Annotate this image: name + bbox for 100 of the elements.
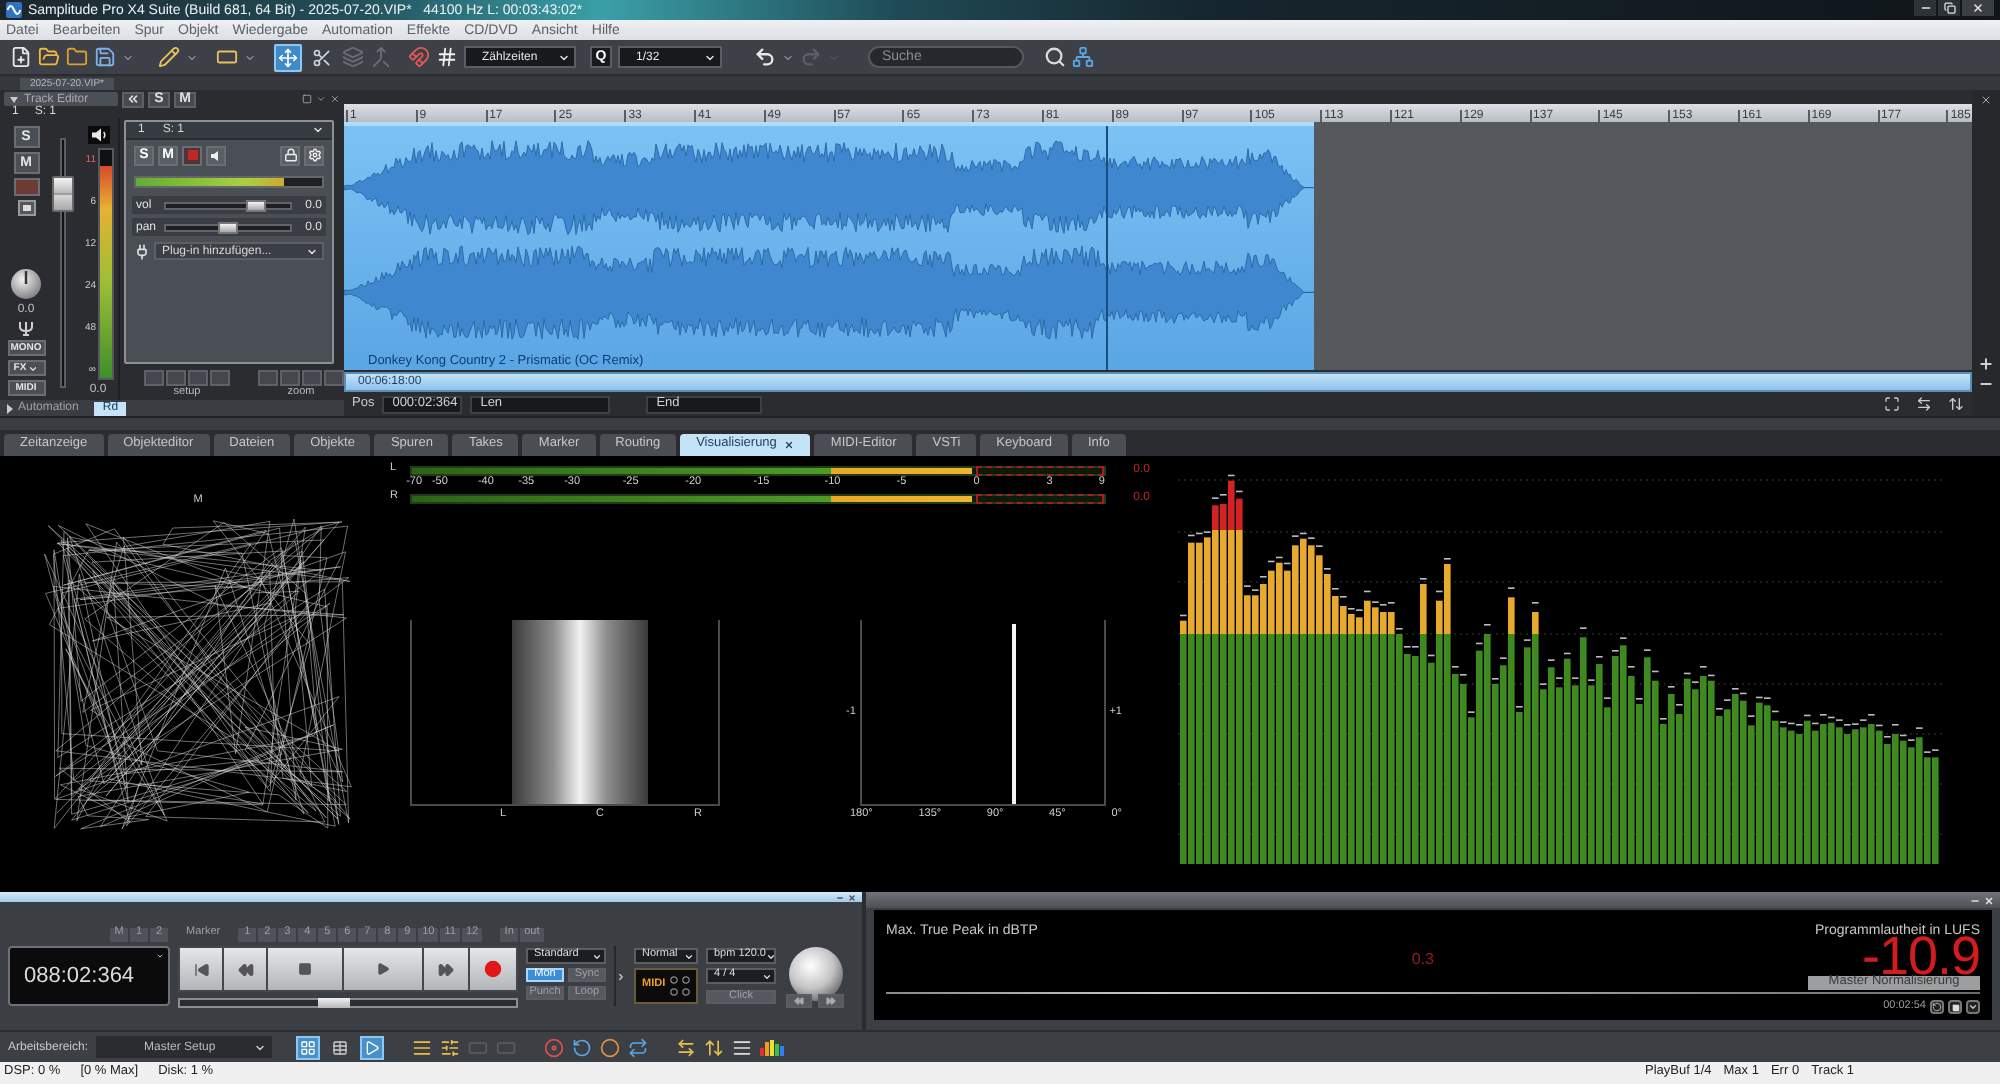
rewind-icon xyxy=(794,996,804,1006)
caret-icon xyxy=(558,51,570,63)
horizontal-arrows-icon[interactable] xyxy=(676,1037,697,1057)
network-icon[interactable] xyxy=(1072,46,1094,68)
led-icon xyxy=(682,976,690,984)
record-button[interactable] xyxy=(470,946,518,992)
reset-icon xyxy=(1932,1002,1942,1012)
position-slider-track[interactable] xyxy=(178,998,518,1008)
caret-icon xyxy=(254,1041,267,1053)
caret-icon xyxy=(28,363,39,373)
new-file-icon[interactable] xyxy=(10,46,32,68)
led-icon xyxy=(670,988,678,996)
close-icon[interactable] xyxy=(1980,94,1992,106)
repeat-icon[interactable] xyxy=(628,1037,649,1057)
grid-icon[interactable] xyxy=(436,46,458,68)
close-button[interactable] xyxy=(1962,0,1994,16)
over-range-zone xyxy=(975,465,1104,475)
play-icon xyxy=(376,962,390,976)
horizontal-arrows-icon[interactable] xyxy=(1916,396,1932,412)
stop-button[interactable] xyxy=(1948,1000,1962,1014)
minimize-icon[interactable] xyxy=(1970,895,1980,905)
speaker-icon xyxy=(210,149,222,161)
folder-icon[interactable] xyxy=(66,46,88,68)
true-peak-value: 0.3 xyxy=(1411,951,1434,967)
expand-triangle-icon[interactable] xyxy=(6,403,14,413)
jog-wheel[interactable] xyxy=(787,946,843,1002)
reset-button[interactable] xyxy=(1930,1000,1944,1014)
caret-icon xyxy=(1968,1002,1978,1012)
settings-button[interactable] xyxy=(304,145,324,165)
caret-icon xyxy=(684,951,694,961)
stop-icon xyxy=(298,962,312,976)
fast-forward-button[interactable] xyxy=(424,946,470,992)
search-icon[interactable] xyxy=(1044,46,1066,68)
save-icon[interactable] xyxy=(94,46,116,68)
position-slider-thumb[interactable] xyxy=(318,998,351,1008)
sliders-icon[interactable] xyxy=(440,1037,461,1057)
speaker-button[interactable] xyxy=(206,145,226,165)
speaker-icon[interactable] xyxy=(87,126,109,144)
disc-icon[interactable] xyxy=(544,1037,565,1057)
close-icon[interactable] xyxy=(848,893,856,901)
rectangle-icon[interactable] xyxy=(216,46,238,68)
slider-track[interactable] xyxy=(164,223,292,231)
restore-button[interactable] xyxy=(1938,0,1960,16)
move-icon xyxy=(278,47,298,67)
circle-icon[interactable] xyxy=(600,1037,621,1057)
vertical-arrows-icon[interactable] xyxy=(1948,396,1964,412)
play-icon xyxy=(364,1039,381,1055)
loop-icon[interactable] xyxy=(572,1037,593,1057)
stop-icon xyxy=(1951,1003,1959,1011)
led-icon xyxy=(682,988,690,996)
table-view-button[interactable] xyxy=(328,1035,353,1059)
move-tool-button[interactable] xyxy=(274,43,302,71)
fader-handle[interactable] xyxy=(51,176,73,213)
program-loudness-value: -10.9 xyxy=(1861,938,1980,976)
spectrum-icon[interactable] xyxy=(760,1038,785,1056)
restore-icon xyxy=(1943,2,1955,14)
arrange-view-button[interactable] xyxy=(296,1035,321,1059)
caret-icon xyxy=(704,51,716,63)
square-icon[interactable] xyxy=(302,94,312,104)
pan-knob[interactable] xyxy=(10,268,42,300)
led-icon xyxy=(670,976,678,984)
undo-icon[interactable] xyxy=(754,46,776,68)
go-to-start-button[interactable] xyxy=(178,946,224,992)
collapse-triangle-icon xyxy=(10,95,18,103)
rewind-button[interactable] xyxy=(224,946,268,992)
record-icon xyxy=(187,150,197,160)
collapse-button[interactable] xyxy=(122,91,144,107)
minimize-button[interactable] xyxy=(1914,0,1936,16)
bars-icon[interactable] xyxy=(412,1037,433,1057)
jog-forward-button[interactable] xyxy=(818,994,844,1008)
lock-button[interactable] xyxy=(280,145,300,165)
caret-icon xyxy=(306,245,318,257)
rewind-icon xyxy=(237,961,253,977)
framed-square-icon[interactable] xyxy=(17,200,35,216)
plug-icon[interactable] xyxy=(134,243,150,259)
scissors-icon xyxy=(312,47,332,67)
zoom-in-icon[interactable] xyxy=(1978,356,1994,372)
play-button[interactable] xyxy=(344,946,424,992)
minimize-icon[interactable] xyxy=(836,893,844,901)
record-icon xyxy=(484,960,502,978)
table-icon xyxy=(332,1039,349,1055)
double-chevron-icon xyxy=(126,92,140,106)
options-button[interactable] xyxy=(1966,1000,1980,1014)
fast-forward-icon xyxy=(826,996,836,1006)
fork-icon[interactable] xyxy=(18,320,34,336)
jog-back-button[interactable] xyxy=(786,994,812,1008)
stop-button[interactable] xyxy=(268,946,344,992)
skip-back-icon xyxy=(193,961,209,977)
slider-track[interactable] xyxy=(164,201,292,209)
fit-view-icon[interactable] xyxy=(1884,396,1900,412)
pencil-icon[interactable] xyxy=(158,46,180,68)
slider-thumb[interactable] xyxy=(245,199,266,211)
vertical-arrows-icon[interactable] xyxy=(704,1037,725,1057)
folder-icon[interactable] xyxy=(38,46,60,68)
close-icon xyxy=(784,440,795,450)
fast-forward-icon xyxy=(438,961,454,977)
slider-thumb[interactable] xyxy=(218,221,238,233)
lines-icon[interactable] xyxy=(732,1037,753,1057)
caret-icon xyxy=(592,951,602,961)
transport-view-button[interactable] xyxy=(360,1035,385,1059)
